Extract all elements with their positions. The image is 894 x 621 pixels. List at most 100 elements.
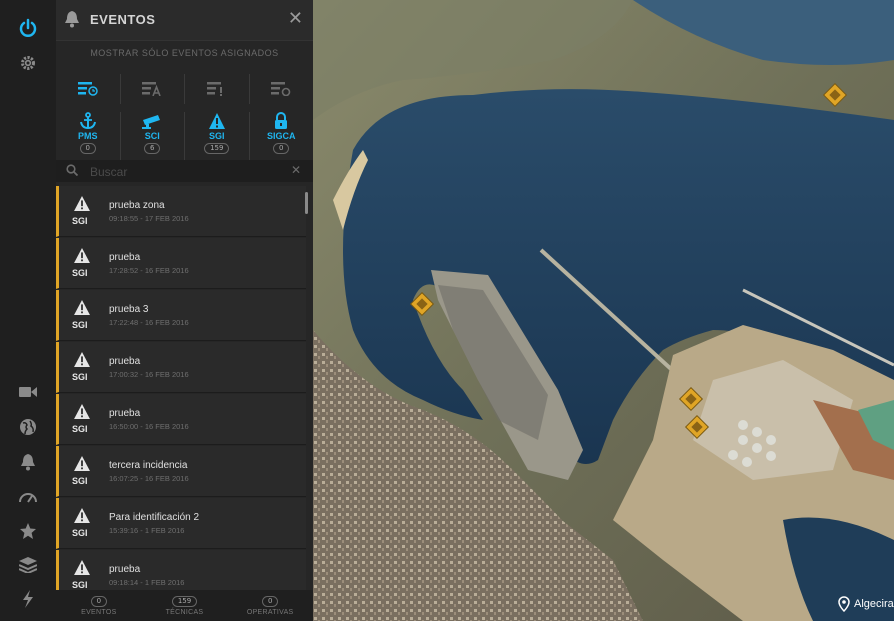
filter-clock-icon	[77, 82, 98, 96]
event-list: SGI prueba zona 09:18:55 - 17 FEB 2016 S…	[56, 186, 306, 590]
filter-tab-status[interactable]	[250, 74, 314, 104]
event-category: SGI	[72, 268, 88, 278]
filter-tab-alpha[interactable]	[121, 74, 185, 104]
panel-header: EVENTOS ✕	[56, 0, 313, 41]
footer-tab-operativas[interactable]: 0 OPERATIVAS	[227, 590, 313, 621]
footer-tab-count: 0	[261, 596, 279, 607]
map-view[interactable]: Algecira	[313, 0, 894, 621]
footer-tab-eventos[interactable]: 0 EVENTOS	[56, 590, 142, 621]
footer-tab-count: 0	[90, 596, 108, 607]
footer-tab-tecnicas[interactable]: 159 TÉCNICAS	[142, 590, 228, 621]
camera-icon	[142, 115, 161, 129]
globe-icon[interactable]	[14, 413, 42, 441]
search-bar: ✕	[56, 160, 313, 182]
lightning-icon[interactable]	[14, 585, 42, 613]
event-name: prueba	[109, 356, 141, 367]
event-name: prueba	[109, 564, 141, 575]
assigned-events-toggle[interactable]: MOSTRAR SÓLO EVENTOS ASIGNADOS	[56, 48, 313, 58]
event-category: SGI	[72, 580, 88, 590]
warning-icon	[74, 196, 90, 211]
category-sci[interactable]: SCI 6	[121, 112, 185, 160]
event-item[interactable]: SGI prueba 09:18:14 - 1 FEB 2016	[56, 550, 306, 590]
location-label: Algecira	[838, 596, 894, 612]
event-name: prueba	[109, 252, 141, 263]
event-time: 09:18:14 - 1 FEB 2016	[109, 578, 185, 587]
event-time: 09:18:55 - 17 FEB 2016	[109, 214, 189, 223]
footer-tabs: 0 EVENTOS 159 TÉCNICAS 0 OPERATIVAS	[56, 590, 313, 621]
event-name: Para identificación 2	[109, 512, 200, 523]
category-tabs: PMS 0 SCI 6 SGI 159 SIGCA 0	[56, 112, 313, 160]
event-time: 15:39:16 - 1 FEB 2016	[109, 526, 185, 535]
lock-icon	[275, 112, 288, 129]
category-count: 6	[144, 143, 161, 154]
location-name: Algecira	[854, 598, 894, 610]
event-item[interactable]: SGI prueba 17:00:32 - 16 FEB 2016	[56, 342, 306, 393]
warning-icon	[74, 248, 90, 263]
warning-icon	[74, 404, 90, 419]
warning-icon	[74, 456, 90, 471]
event-name: prueba	[109, 408, 141, 419]
event-category: SGI	[72, 320, 88, 330]
warning-icon	[74, 560, 90, 575]
event-item[interactable]: SGI prueba 16:50:00 - 16 FEB 2016	[56, 394, 306, 445]
layers-icon[interactable]	[14, 551, 42, 579]
search-icon	[66, 164, 78, 176]
event-category: SGI	[72, 528, 88, 538]
gear-icon[interactable]	[14, 49, 42, 77]
event-item[interactable]: SGI tercera incidencia 16:07:25 - 16 FEB…	[56, 446, 306, 497]
star-icon[interactable]	[14, 517, 42, 545]
video-camera-icon[interactable]	[14, 378, 42, 406]
power-icon[interactable]	[14, 14, 42, 42]
bell-icon[interactable]	[14, 448, 42, 476]
event-time: 16:07:25 - 16 FEB 2016	[109, 474, 189, 483]
filter-tab-time[interactable]	[56, 74, 121, 104]
filter-tabs	[56, 74, 313, 104]
event-category: SGI	[72, 216, 88, 226]
category-label: SGI	[208, 131, 225, 141]
filter-priority-icon	[206, 82, 222, 96]
category-count: 0	[79, 143, 96, 154]
footer-tab-label: EVENTOS	[81, 609, 117, 616]
category-sgi[interactable]: SGI 159	[185, 112, 250, 160]
filter-tab-priority[interactable]	[185, 74, 250, 104]
event-time: 17:22:48 - 16 FEB 2016	[109, 318, 189, 327]
warning-icon	[74, 352, 90, 367]
event-time: 16:50:00 - 16 FEB 2016	[109, 422, 189, 431]
category-sigca[interactable]: SIGCA 0	[250, 112, 314, 160]
category-count: 159	[204, 143, 230, 154]
footer-tab-label: TÉCNICAS	[165, 609, 204, 616]
category-label: SCI	[144, 131, 160, 141]
event-name: prueba zona	[109, 200, 165, 211]
warning-icon	[74, 508, 90, 523]
event-time: 17:28:52 - 16 FEB 2016	[109, 266, 189, 275]
warning-icon	[208, 113, 225, 129]
event-list-scrollbar[interactable]	[305, 192, 308, 214]
event-name: tercera incidencia	[109, 460, 188, 471]
left-toolbar	[0, 0, 56, 621]
category-count: 0	[273, 143, 290, 154]
category-label: SIGCA	[266, 131, 296, 141]
event-item[interactable]: SGI prueba 3 17:22:48 - 16 FEB 2016	[56, 290, 306, 341]
gauge-icon[interactable]	[14, 483, 42, 511]
event-item[interactable]: SGI prueba 17:28:52 - 16 FEB 2016	[56, 238, 306, 289]
filter-alpha-icon	[142, 82, 161, 96]
bell-icon	[64, 10, 82, 28]
event-item[interactable]: SGI prueba zona 09:18:55 - 17 FEB 2016	[56, 186, 306, 237]
event-item[interactable]: SGI Para identificación 2 15:39:16 - 1 F…	[56, 498, 306, 549]
category-pms[interactable]: PMS 0	[56, 112, 121, 160]
panel-title: EVENTOS	[90, 12, 156, 27]
close-icon[interactable]: ✕	[288, 8, 303, 29]
footer-tab-count: 159	[171, 596, 198, 607]
satellite-map	[313, 0, 894, 621]
clear-search-icon[interactable]: ✕	[291, 163, 301, 177]
anchor-icon	[79, 112, 96, 130]
event-category: SGI	[72, 424, 88, 434]
footer-tab-label: OPERATIVAS	[246, 609, 294, 616]
warning-icon	[74, 300, 90, 315]
search-input[interactable]	[88, 162, 282, 182]
location-pin-icon	[838, 596, 850, 612]
events-panel: EVENTOS ✕ MOSTRAR SÓLO EVENTOS ASIGNADOS…	[56, 0, 313, 621]
event-category: SGI	[72, 476, 88, 486]
filter-status-icon	[271, 82, 291, 96]
event-name: prueba 3	[109, 304, 149, 315]
